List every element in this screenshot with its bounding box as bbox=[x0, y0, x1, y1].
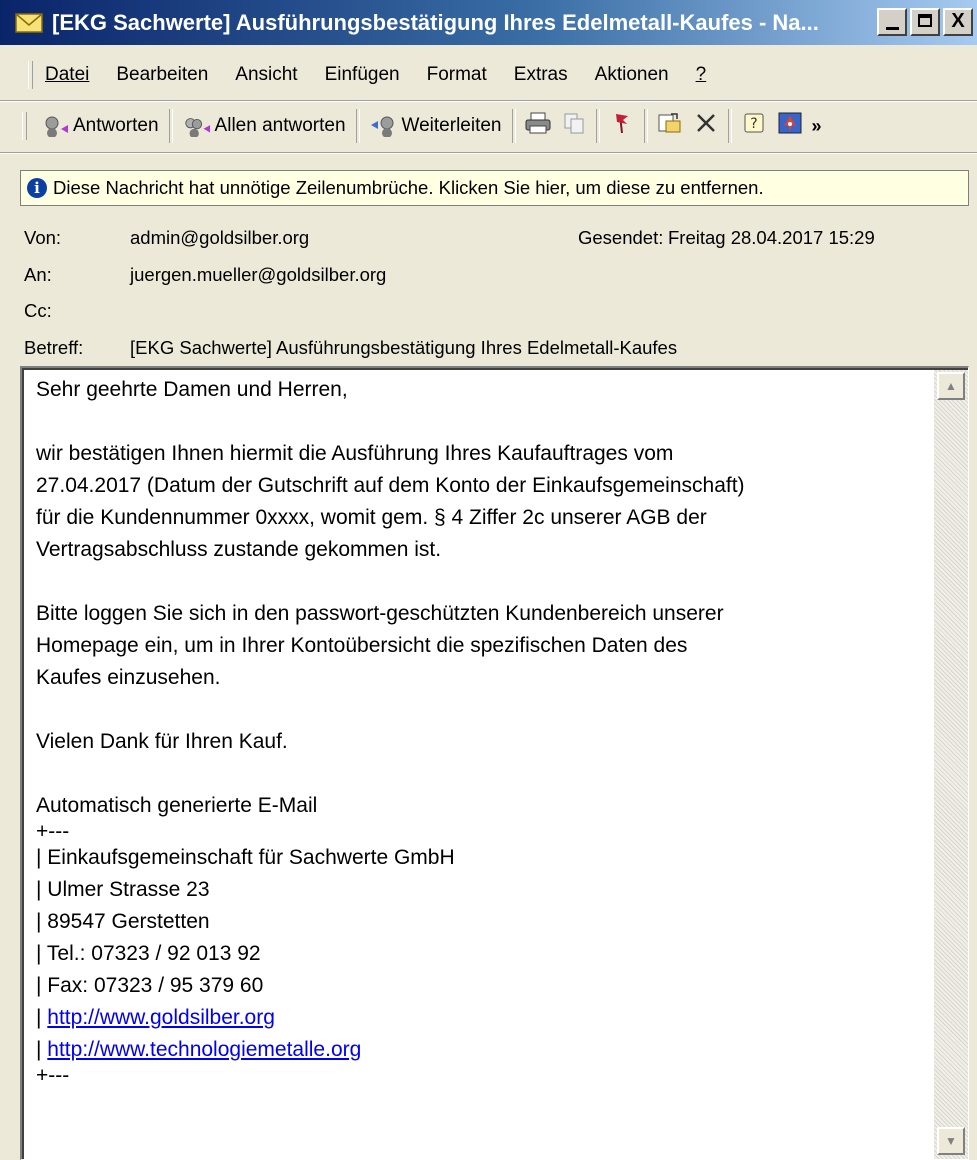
menu-format[interactable]: Format bbox=[427, 64, 487, 86]
toolbar-overflow-chevron[interactable]: » bbox=[812, 117, 828, 135]
mail-window: [EKG Sachwerte] Ausführungsbestätigung I… bbox=[0, 0, 977, 1160]
sent-label: Gesendet: bbox=[578, 227, 664, 248]
paragraph-line: Vertragsabschluss zustande gekommen ist. bbox=[36, 538, 442, 561]
toolbar-separator bbox=[355, 109, 360, 143]
menu-bearbeiten[interactable]: Bearbeiten bbox=[116, 64, 208, 86]
subject-label-text: Betreff: bbox=[24, 337, 84, 358]
scroll-down-button[interactable]: ▼ bbox=[937, 1127, 965, 1155]
reply-all-button[interactable]: Allen antworten bbox=[177, 108, 352, 144]
paragraph-line: 27.04.2017 (Datum der Gutschrift auf dem… bbox=[36, 474, 745, 497]
delete-button[interactable] bbox=[688, 108, 724, 144]
message-text[interactable]: Sehr geehrte Damen und Herren, wir bestä… bbox=[36, 374, 926, 1086]
toolbar-separator bbox=[511, 109, 516, 143]
from-label: Von: bbox=[24, 227, 62, 248]
signature-city: | 89547 Gerstetten bbox=[36, 910, 210, 933]
toolbar: Antworten Allen antworten Weiterleiten ?… bbox=[0, 104, 977, 148]
signature-rule-end: +--- bbox=[36, 1064, 70, 1087]
link-technologiemetalle[interactable]: http://www.technologiemetalle.org bbox=[47, 1038, 361, 1061]
to-value[interactable]: juergen.mueller@goldsilber.org bbox=[130, 264, 386, 286]
arrow-up-icon: ▲ bbox=[945, 379, 957, 393]
delete-icon bbox=[694, 111, 718, 141]
paragraph-line: Kaufes einzusehen. bbox=[36, 666, 221, 689]
signature-rule: +--- bbox=[36, 820, 70, 843]
menu-bar: Datei Bearbeiten Ansicht Einfügen Format… bbox=[0, 55, 977, 95]
signature-tel: | Tel.: 07323 / 92 013 92 bbox=[36, 942, 261, 965]
link-goldsilber[interactable]: http://www.goldsilber.org bbox=[47, 1006, 275, 1029]
signature-link-line: | http://www.goldsilber.org bbox=[36, 1002, 926, 1034]
paragraph-line: wir bestätigen Ihnen hiermit die Ausführ… bbox=[36, 442, 674, 465]
signature-pipe: | bbox=[36, 1038, 48, 1061]
arrow-down-icon: ▼ bbox=[945, 1134, 957, 1148]
paragraph-line: Bitte loggen Sie sich in den passwort-ge… bbox=[36, 602, 724, 625]
forward-button[interactable]: Weiterleiten bbox=[364, 108, 508, 144]
greeting-line: Sehr geehrte Damen und Herren, bbox=[36, 378, 348, 401]
flag-button[interactable] bbox=[604, 108, 640, 144]
scroll-up-button[interactable]: ▲ bbox=[937, 372, 965, 400]
auto-note-line: Automatisch generierte E-Mail bbox=[36, 794, 318, 817]
toolbar-separator bbox=[168, 109, 173, 143]
title-bar[interactable]: [EKG Sachwerte] Ausführungsbestätigung I… bbox=[0, 0, 977, 45]
maximize-icon bbox=[918, 14, 932, 27]
toolbar-separator-line bbox=[0, 152, 977, 154]
menu-einfuegen[interactable]: Einfügen bbox=[325, 64, 400, 86]
copy-icon bbox=[562, 111, 586, 141]
caption-buttons: X bbox=[874, 8, 973, 36]
to-label: An: bbox=[24, 264, 52, 285]
minimize-button[interactable] bbox=[877, 8, 907, 36]
reply-button[interactable]: Antworten bbox=[35, 108, 165, 144]
print-button[interactable] bbox=[520, 108, 556, 144]
move-to-folder-icon bbox=[656, 111, 684, 141]
signature-street: | Ulmer Strasse 23 bbox=[36, 878, 210, 901]
signature-company: | Einkaufsgemeinschaft für Sachwerte Gmb… bbox=[36, 846, 455, 869]
maximize-button[interactable] bbox=[910, 8, 940, 36]
menubar-grip[interactable] bbox=[28, 61, 33, 89]
subject-label: Betreff: bbox=[24, 337, 83, 359]
reply-all-icon bbox=[183, 114, 211, 138]
forward-label: Weiterleiten bbox=[401, 115, 502, 136]
message-body-frame: Sehr geehrte Damen und Herren, wir bestä… bbox=[22, 368, 968, 1159]
move-to-folder-button[interactable] bbox=[652, 108, 688, 144]
info-bar[interactable]: i Diese Nachricht hat unnötige Zeilenumb… bbox=[20, 170, 969, 206]
toolbar-separator bbox=[643, 109, 648, 143]
help-icon: ? bbox=[742, 111, 766, 141]
help-button[interactable]: ? bbox=[736, 108, 772, 144]
menu-ansicht[interactable]: Ansicht bbox=[235, 64, 297, 86]
junk-mail-icon bbox=[777, 110, 803, 142]
window-title: [EKG Sachwerte] Ausführungsbestätigung I… bbox=[52, 9, 819, 35]
thanks-line: Vielen Dank für Ihren Kauf. bbox=[36, 730, 288, 753]
paragraph-line: für die Kundennummer 0xxxx, womit gem. §… bbox=[36, 506, 707, 529]
printer-icon bbox=[524, 111, 552, 141]
toolbar-grip[interactable] bbox=[22, 112, 27, 140]
menu-aktionen[interactable]: Aktionen bbox=[595, 64, 669, 86]
svg-text:?: ? bbox=[750, 116, 757, 132]
signature-fax: | Fax: 07323 / 95 379 60 bbox=[36, 974, 264, 997]
toolbar-separator bbox=[727, 109, 732, 143]
menu-separator bbox=[0, 100, 977, 102]
menu-help[interactable]: ? bbox=[696, 64, 707, 86]
signature-link-line: | http://www.technologiemetalle.org bbox=[36, 1034, 926, 1066]
paragraph-line: Homepage ein, um in Ihrer Kontoübersicht… bbox=[36, 634, 688, 657]
info-bar-text: Diese Nachricht hat unnötige Zeilenumbrü… bbox=[53, 177, 764, 198]
minimize-icon bbox=[886, 27, 899, 30]
vertical-scrollbar[interactable]: ▲ ▼ bbox=[934, 370, 968, 1159]
info-icon: i bbox=[27, 178, 47, 198]
sent-value: Freitag 28.04.2017 15:29 bbox=[668, 227, 875, 248]
menu-datei[interactable]: Datei bbox=[45, 64, 89, 86]
menu-extras[interactable]: Extras bbox=[514, 64, 568, 86]
envelope-icon bbox=[14, 12, 44, 34]
message-body[interactable]: Sehr geehrte Damen und Herren, wir bestä… bbox=[20, 366, 969, 1160]
junk-button[interactable] bbox=[772, 108, 808, 144]
flag-icon bbox=[611, 111, 633, 141]
reply-all-label: Allen antworten bbox=[214, 115, 346, 136]
copy-button[interactable] bbox=[556, 108, 592, 144]
close-button[interactable]: X bbox=[943, 8, 973, 36]
from-value[interactable]: admin@goldsilber.org bbox=[130, 227, 309, 249]
signature-pipe: | bbox=[36, 1006, 48, 1029]
reply-label: Antworten bbox=[73, 115, 159, 136]
forward-icon bbox=[370, 114, 398, 138]
cc-label: Cc: bbox=[24, 300, 52, 321]
subject-value: [EKG Sachwerte] Ausführungsbestätigung I… bbox=[130, 337, 678, 358]
toolbar-separator bbox=[595, 109, 600, 143]
reply-icon bbox=[41, 114, 69, 138]
